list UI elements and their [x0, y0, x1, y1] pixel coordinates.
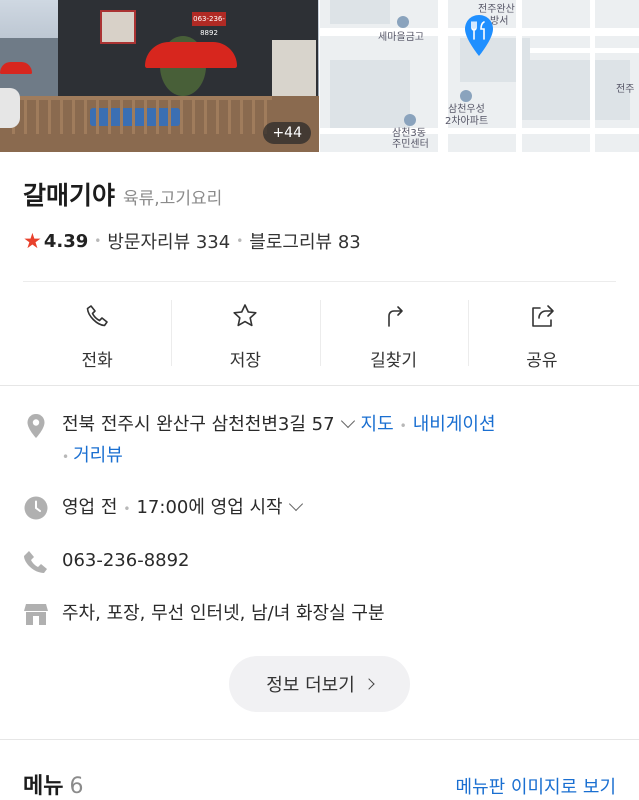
map-label: 전주: [616, 84, 635, 95]
call-button[interactable]: 전화: [23, 282, 171, 385]
office-poi-icon: [404, 114, 416, 126]
divider: [0, 385, 639, 386]
address-row: 전북 전주시 완산구 삼천천변3길 57 지도 • 내비게이션 • 거리뷰: [23, 410, 623, 472]
separator-dot: •: [236, 234, 244, 248]
phone-icon: [24, 551, 47, 573]
share-button[interactable]: 공유: [467, 282, 616, 385]
map-label: 주민센터: [392, 139, 429, 150]
location-pin-icon: [27, 414, 45, 438]
map-block: [330, 0, 390, 24]
amenities-row: 주차, 포장, 무선 인터넷, 남/녀 화장실 구분: [23, 599, 623, 629]
separator-dot: •: [399, 419, 407, 433]
menu-title-group: 메뉴 6: [23, 768, 83, 800]
visitor-reviews-link[interactable]: 방문자리뷰 334: [107, 228, 230, 254]
star-icon: ★: [23, 229, 42, 253]
save-button[interactable]: 저장: [171, 282, 319, 385]
directions-label: 길찾기: [370, 351, 418, 371]
navigation-link[interactable]: 내비게이션: [413, 414, 496, 435]
photo-count-badge[interactable]: +44: [263, 122, 311, 144]
call-label: 전화: [81, 351, 113, 371]
map-label: 세마을금고: [378, 32, 424, 43]
place-name: 갈매기야: [23, 181, 116, 210]
map-block: [330, 60, 410, 130]
photo-door: [272, 40, 316, 104]
separator-dot: •: [94, 234, 102, 248]
map-block: [520, 60, 630, 120]
amenities-text: 주차, 포장, 무선 인터넷, 남/녀 화장실 구분: [62, 603, 385, 624]
map-link[interactable]: 지도: [361, 414, 394, 435]
menu-header: 메뉴 6 메뉴판 이미지로 보기: [23, 768, 616, 800]
action-bar: 전화 저장 길찾기 공유: [23, 282, 616, 385]
menu-title: 메뉴: [23, 774, 64, 799]
menu-image-link[interactable]: 메뉴판 이미지로 보기: [456, 773, 616, 799]
star-outline-icon: [233, 304, 257, 327]
hours-row[interactable]: 영업 전 • 17:00에 영업 시작: [23, 493, 623, 524]
separator-dot: •: [123, 502, 131, 516]
rating-value: 4.39: [43, 230, 89, 252]
photo-car: [0, 88, 20, 128]
hours-text-block: 영업 전 • 17:00에 영업 시작: [62, 493, 309, 524]
restaurant-location-pin-icon: [465, 15, 493, 56]
map-road: [590, 0, 595, 152]
directions-icon: [387, 306, 403, 327]
phone-number: 063-236-8892: [62, 550, 190, 571]
hours-text: 17:00에 영업 시작: [136, 497, 283, 518]
map-label: 삼천3동: [392, 128, 426, 139]
hero-images: 063-236-8892 +44 세마을금고 전주완산 방서 삼천우성 2차아파…: [0, 0, 639, 152]
menu-count: 6: [69, 774, 84, 799]
separator-dot: •: [62, 450, 70, 464]
clock-icon: [24, 496, 48, 520]
chevron-down-icon[interactable]: [288, 496, 303, 512]
more-info-button[interactable]: 정보 더보기: [229, 656, 410, 712]
photo-phone-sign: 063-236-8892: [192, 12, 226, 37]
blog-reviews-link[interactable]: 블로그리뷰 83: [249, 228, 360, 254]
map-label: 2차아파트: [445, 116, 489, 127]
share-label: 공유: [526, 351, 558, 371]
divider: [0, 739, 639, 740]
bank-poi-icon: [397, 16, 409, 28]
place-category: 육류,고기요리: [123, 189, 223, 209]
place-title-row: 갈매기야 육류,고기요리: [23, 176, 222, 212]
share-icon: [532, 305, 554, 327]
photo-signboard: [100, 10, 136, 44]
address-text-block: 전북 전주시 완산구 삼천천변3길 57 지도 • 내비게이션 • 거리뷰: [62, 410, 496, 472]
phone-row[interactable]: 063-236-8892: [23, 546, 623, 576]
store-icon: [24, 604, 48, 625]
photo-parasol-left: [0, 62, 32, 74]
more-info-label: 정보 더보기: [266, 675, 355, 696]
rating-row: ★ 4.39 • 방문자리뷰 334 • 블로그리뷰 83: [23, 228, 361, 254]
map-label: 삼천우성: [448, 104, 485, 115]
map-road: [530, 48, 639, 53]
street-view-link[interactable]: 거리뷰: [73, 445, 123, 466]
photo-parasol: [145, 42, 237, 68]
address-text: 전북 전주시 완산구 삼천천변3길 57: [62, 414, 335, 435]
apartment-poi-icon: [460, 90, 472, 102]
chevron-down-icon[interactable]: [340, 413, 355, 429]
photo-fence: [12, 96, 272, 134]
phone-icon: [86, 305, 108, 327]
chevron-right-icon: [363, 678, 375, 690]
restaurant-photo[interactable]: 063-236-8892 +44: [0, 0, 319, 152]
directions-button[interactable]: 길찾기: [319, 282, 468, 385]
save-label: 저장: [229, 351, 262, 371]
business-status: 영업 전: [62, 497, 118, 518]
